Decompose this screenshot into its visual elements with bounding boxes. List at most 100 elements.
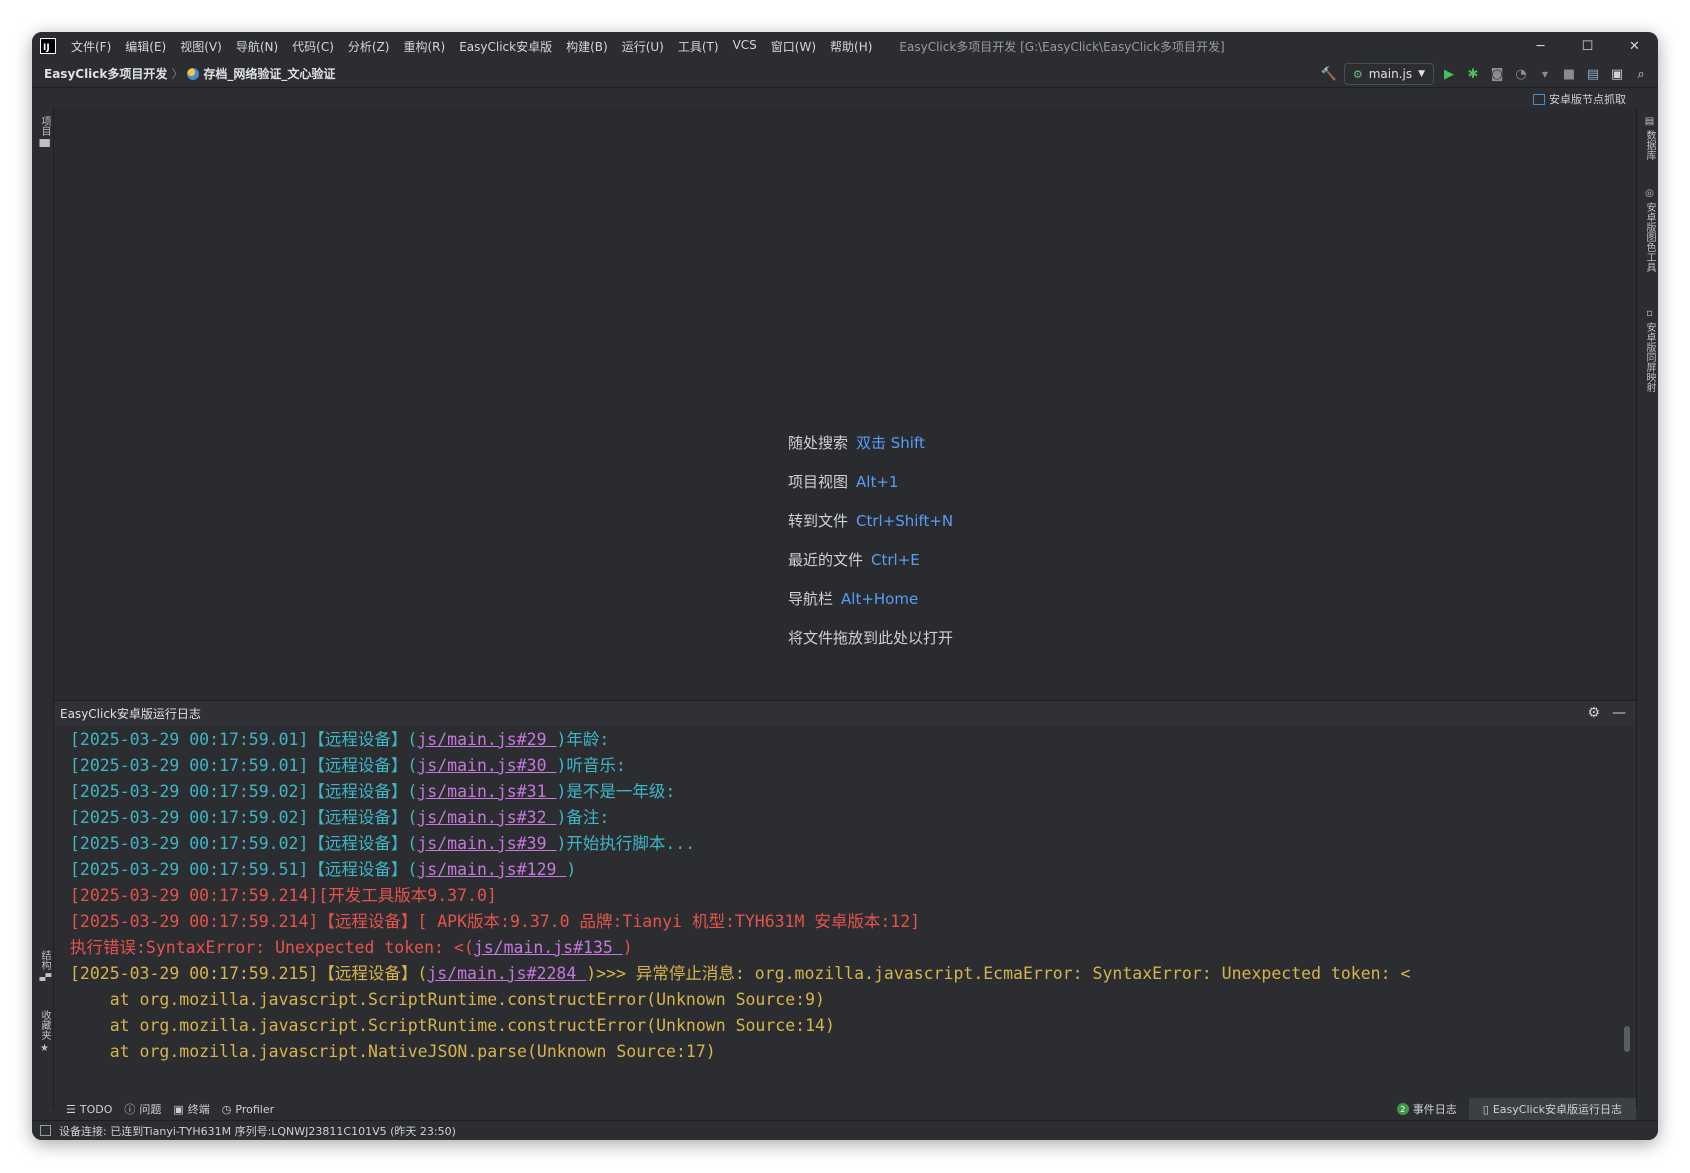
hint-label: 导航栏 <box>788 590 834 608</box>
tool-tab-favorites-label: 收藏夹 <box>39 1010 50 1040</box>
tool-tab-database-label: 数据库 <box>1644 130 1655 161</box>
menu-easyclick[interactable]: EasyClick安卓版 <box>452 38 559 55</box>
log-device: 【远程设备】( <box>308 808 418 827</box>
log-source-link[interactable]: js/main.js#129 <box>417 860 566 879</box>
coverage-icon[interactable]: ◙ <box>1488 65 1506 83</box>
log-line-version: [2025-03-29 00:17:59.214][开发工具版本9.37.0] <box>70 886 497 905</box>
main-toolbar: 🔨 ⚙ main.js ▼ ▶ ✱ ◙ ◔ ▼ ■ ▤ ▣ ⌕ <box>1320 60 1650 88</box>
menu-help[interactable]: 帮助(H) <box>823 38 879 55</box>
profile-icon[interactable]: ◔ <box>1512 65 1530 83</box>
tool-tab-todo[interactable]: ☰ TODO <box>66 1103 112 1116</box>
hint-project-view: 项目视图 Alt+1 <box>788 471 953 510</box>
menu-view[interactable]: 视图(V) <box>173 38 229 55</box>
tool-tab-project-label: 项目 <box>39 116 50 136</box>
close-icon[interactable]: ✕ <box>1611 32 1658 60</box>
tool-tab-project[interactable]: 项目 ▇ <box>37 116 52 147</box>
log-message: )开始执行脚本... <box>556 834 696 853</box>
tool-tab-easyclick-log-label: EasyClick安卓版运行日志 <box>1492 1103 1622 1116</box>
menu-navigate[interactable]: 导航(N) <box>229 38 285 55</box>
sub-toolbar: 安卓版节点抓取 <box>32 88 1658 108</box>
menu-file[interactable]: 文件(F) <box>64 38 118 55</box>
run-config-selector[interactable]: ⚙ main.js ▼ <box>1343 63 1434 85</box>
menu-refactor[interactable]: 重构(R) <box>397 38 453 55</box>
log-source-link[interactable]: js/main.js#30 <box>417 756 556 775</box>
hint-search-everywhere: 随处搜索 双击 Shift <box>788 432 953 471</box>
menu-vcs[interactable]: VCS <box>726 38 764 55</box>
tool-tab-problems[interactable]: ⓘ 问题 <box>124 1101 161 1117</box>
log-console[interactable]: [2025-03-29 00:17:59.01]【远程设备】(js/main.j… <box>54 726 1636 1092</box>
log-source-link[interactable]: js/main.js#2284 <box>427 964 586 983</box>
settings-gear-icon[interactable]: ⚙ <box>1587 705 1600 721</box>
minimize-icon[interactable]: ─ <box>1517 32 1564 60</box>
log-message: ) <box>566 860 577 879</box>
tool-tab-database[interactable]: ▤ 数据库 <box>1642 116 1657 160</box>
log-line: [2025-03-29 00:17:59.01]【远程设备】(js/main.j… <box>70 726 609 754</box>
tool-tab-structure[interactable]: 结构 ▚ <box>37 950 52 981</box>
tool-tab-favorites[interactable]: 收藏夹 ★ <box>37 1010 52 1054</box>
log-scrollbar[interactable] <box>1624 1026 1630 1052</box>
hint-navigation-bar: 导航栏 Alt+Home <box>788 588 953 627</box>
tool-tab-profiler-label: Profiler <box>235 1102 275 1116</box>
navigation-bar: EasyClick多项目开发 〉 存档_网络验证_文心验证 🔨 ⚙ main.j… <box>32 60 1658 88</box>
tool-tab-terminal[interactable]: ▣ 终端 <box>173 1101 209 1117</box>
breadcrumb-project[interactable]: EasyClick多项目开发 <box>32 65 167 82</box>
tool-tab-easyclick-log[interactable]: ▯ EasyClick安卓版运行日志 <box>1468 1098 1636 1120</box>
log-line-error: 执行错误:SyntaxError: Unexpected token: <(js… <box>70 934 633 962</box>
project-structure-icon[interactable]: ▤ <box>1584 65 1602 83</box>
menu-build[interactable]: 构建(B) <box>559 38 615 55</box>
tool-tab-todo-label: TODO <box>79 1102 113 1116</box>
hint-label: 项目视图 <box>788 473 849 491</box>
log-device: 【远程设备】( <box>308 782 418 801</box>
log-line: [2025-03-29 00:17:59.01]【远程设备】(js/main.j… <box>70 752 626 780</box>
menu-run[interactable]: 运行(U) <box>615 38 671 55</box>
hint-label: 将文件拖放到此处以打开 <box>788 629 954 647</box>
menu-analyze[interactable]: 分析(Z) <box>341 38 397 55</box>
log-stack-frame: at org.mozilla.javascript.ScriptRuntime.… <box>70 1016 835 1035</box>
log-source-link[interactable]: js/main.js#29 <box>417 730 556 749</box>
event-log-tab[interactable]: 2 事件日志 <box>1385 1101 1469 1117</box>
search-icon[interactable]: ⌕ <box>1632 65 1650 83</box>
hint-drop-files: 将文件拖放到此处以打开 <box>788 627 953 666</box>
log-source-link[interactable]: js/main.js#39 <box>417 834 556 853</box>
chevron-down-icon: ▼ <box>1418 69 1425 79</box>
list-icon: ☰ <box>66 1102 76 1116</box>
layout-icon[interactable]: ▣ <box>1608 65 1626 83</box>
breadcrumb-separator-icon: 〉 <box>171 67 184 81</box>
log-line: [2025-03-29 00:17:59.02]【远程设备】(js/main.j… <box>70 830 695 858</box>
log-line: [2025-03-29 00:17:59.02]【远程设备】(js/main.j… <box>70 804 609 832</box>
terminal-icon: ▣ <box>173 1102 184 1116</box>
log-source-link[interactable]: js/main.js#32 <box>417 808 556 827</box>
build-hammer-icon[interactable]: 🔨 <box>1320 65 1338 83</box>
log-message: )听音乐: <box>556 756 626 775</box>
run-icon[interactable]: ▶ <box>1440 65 1458 83</box>
more-run-chevron-icon[interactable]: ▼ <box>1536 65 1554 83</box>
log-panel-title: EasyClick安卓版运行日志 <box>60 707 201 721</box>
log-panel-actions: ⚙ — <box>1587 705 1626 721</box>
maximize-icon[interactable]: ☐ <box>1564 32 1611 60</box>
status-bar: 设备连接: 已连到Tianyi-TYH631M 序列号:LQNWJ23811C1… <box>32 1120 1658 1140</box>
menu-edit[interactable]: 编辑(E) <box>118 38 173 55</box>
menu-tools[interactable]: 工具(T) <box>671 38 726 55</box>
node-capture-button[interactable]: 安卓版节点抓取 <box>1533 91 1626 107</box>
hide-panel-icon[interactable]: — <box>1612 705 1626 721</box>
breadcrumb-module[interactable]: 存档_网络验证_文心验证 <box>203 65 335 82</box>
log-message: )备注: <box>556 808 610 827</box>
menu-window[interactable]: 窗口(W) <box>764 38 823 55</box>
editor-area[interactable]: 随处搜索 双击 Shift 项目视图 Alt+1 转到文件 Ctrl+Shift+N … <box>54 108 1636 700</box>
log-source-link[interactable]: js/main.js#31 <box>417 782 556 801</box>
tool-tab-mirror[interactable]: ▫ 安卓版同屏映射 <box>1642 308 1657 392</box>
tool-tab-image-tool[interactable]: ◎ 安卓版图色工具 <box>1642 188 1657 272</box>
stop-icon[interactable]: ■ <box>1560 65 1578 83</box>
tool-tab-mirror-label: 安卓版同屏映射 <box>1644 322 1655 393</box>
device-status-icon[interactable] <box>40 1125 51 1136</box>
log-stack-frame: at org.mozilla.javascript.NativeJSON.par… <box>70 1042 716 1061</box>
app-logo-icon[interactable]: IJ <box>40 38 56 54</box>
log-source-link[interactable]: js/main.js#135 <box>474 938 623 957</box>
tool-tab-profiler[interactable]: ◷ Profiler <box>222 1103 274 1116</box>
menu-code[interactable]: 代码(C) <box>285 38 341 55</box>
profiler-icon: ◷ <box>221 1102 232 1116</box>
module-icon <box>187 67 200 80</box>
debug-icon[interactable]: ✱ <box>1464 65 1482 83</box>
editor-hints: 随处搜索 双击 Shift 项目视图 Alt+1 转到文件 Ctrl+Shift+N … <box>788 432 953 666</box>
hint-label: 转到文件 <box>788 512 849 530</box>
